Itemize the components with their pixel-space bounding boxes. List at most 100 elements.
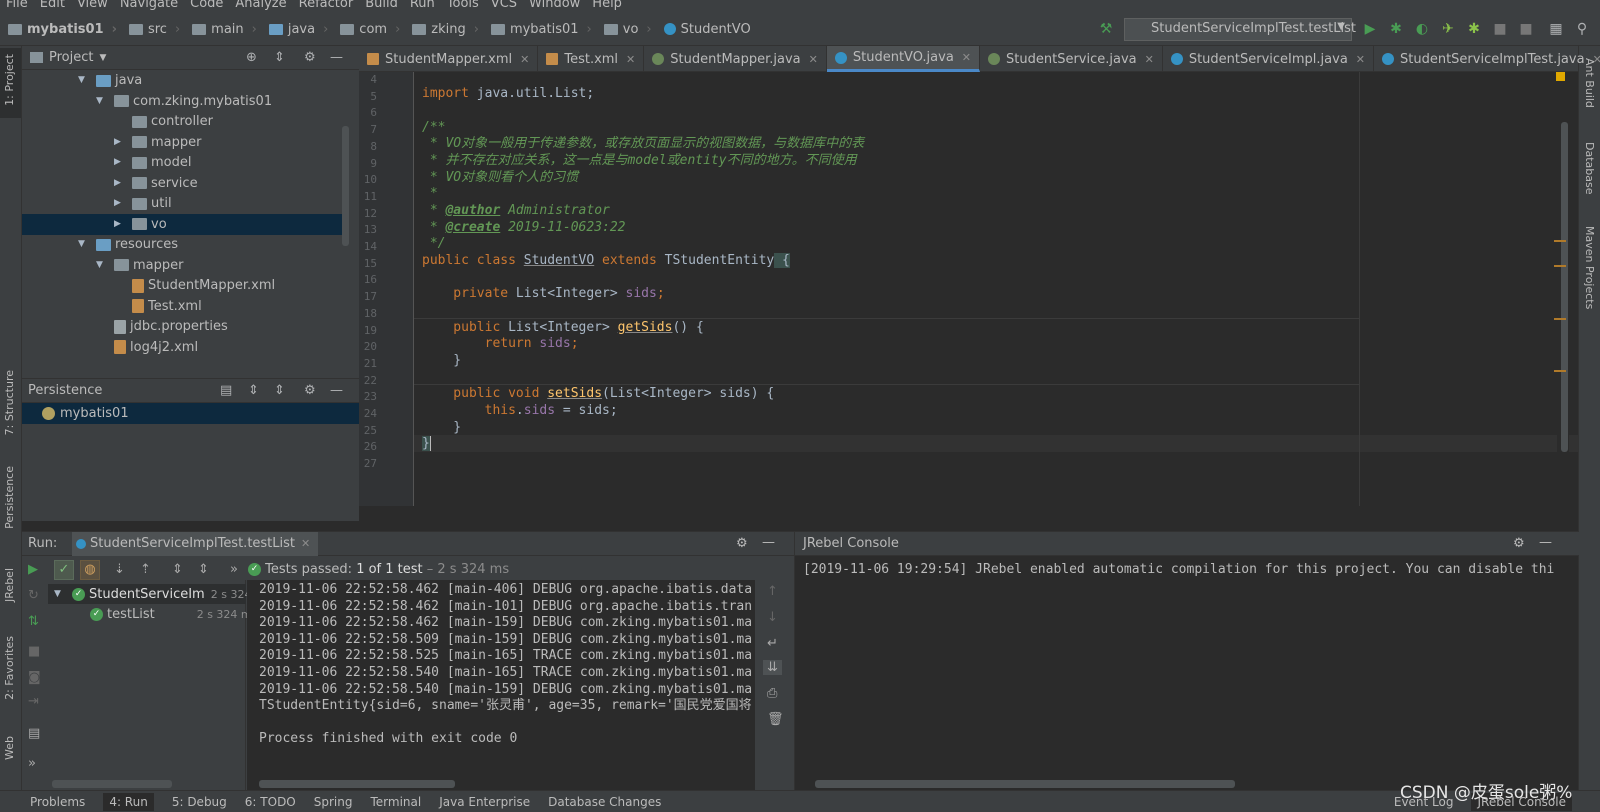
jrebel-scrollbar[interactable]: [815, 780, 1235, 788]
tab-studentserviceimpl-java[interactable]: StudentServiceImpl.java ✕: [1163, 46, 1374, 72]
chevron-right-icon[interactable]: ▶: [114, 173, 126, 194]
tool-button-terminal[interactable]: Terminal: [370, 795, 421, 809]
camera-icon[interactable]: ◙: [28, 670, 41, 685]
project-structure-icon[interactable]: ▦: [1548, 21, 1564, 37]
scroll-to-end-icon[interactable]: ⇊: [763, 660, 782, 675]
menu-refactor[interactable]: Refactor: [299, 0, 354, 11]
tool-tab-project[interactable]: 1: Project: [3, 54, 16, 106]
toggle-auto-test-icon[interactable]: ⇅: [28, 614, 39, 629]
breadcrumb-studentvo[interactable]: StudentVO: [656, 22, 755, 37]
layout-icon[interactable]: ▤: [28, 726, 40, 741]
tab-studentmapper-java[interactable]: StudentMapper.java ✕: [644, 46, 827, 72]
gear-icon[interactable]: ⚙: [304, 50, 316, 65]
menu-navigate[interactable]: Navigate: [120, 0, 178, 11]
breadcrumb-java[interactable]: java ›: [261, 22, 332, 37]
close-icon[interactable]: ✕: [809, 53, 818, 66]
breadcrumb-project[interactable]: mybatis01 ›: [0, 22, 121, 37]
hide-panel-icon[interactable]: —: [762, 535, 775, 550]
build-hammer-icon[interactable]: ⚒: [1098, 21, 1114, 37]
breadcrumb-mybatis01[interactable]: mybatis01 ›: [483, 22, 596, 37]
tool-tab-jrebel[interactable]: JRebel: [3, 568, 16, 602]
menu-file[interactable]: File: [6, 0, 28, 11]
chevron-right-icon[interactable]: ▶: [114, 132, 126, 153]
project-tree-item[interactable]: ▶ model: [22, 152, 342, 173]
soft-wrap-icon[interactable]: ↵: [767, 636, 778, 651]
project-tree-item[interactable]: Test.xml: [22, 296, 342, 317]
arrow-up-icon[interactable]: ↑: [767, 584, 778, 599]
search-icon[interactable]: ⚲: [1574, 21, 1590, 37]
hide-panel-icon[interactable]: —: [330, 383, 343, 398]
breadcrumb-main[interactable]: main ›: [184, 22, 261, 37]
dropdown-arrow-icon[interactable]: ▼: [99, 53, 106, 63]
chevron-right-icon[interactable]: ▶: [114, 214, 126, 235]
tool-button-spring[interactable]: Spring: [314, 795, 353, 809]
expand-all-icon[interactable]: ⇕: [172, 562, 183, 577]
tool-tab-persistence[interactable]: Persistence: [3, 466, 16, 529]
chevron-right-icon[interactable]: ▶: [114, 193, 126, 214]
test-suite-row[interactable]: ▼ ✓ StudentServiceIm 2 s 324 ms: [54, 584, 271, 605]
menu-view[interactable]: View: [77, 0, 108, 11]
run-console-output[interactable]: 2019-11-06 22:52:58.462 [main-406] DEBUG…: [247, 580, 755, 791]
test-tree-scrollbar[interactable]: [52, 780, 172, 788]
project-tree-item[interactable]: ▶ vo: [22, 213, 342, 235]
breadcrumb-vo[interactable]: vo ›: [596, 22, 656, 37]
menu-window[interactable]: Window: [529, 0, 580, 11]
project-tree-item[interactable]: controller: [22, 111, 342, 132]
sort-alpha-icon[interactable]: ⇣: [114, 562, 125, 577]
run-tab[interactable]: StudentServiceImplTest.testList ✕: [72, 532, 319, 556]
menu-code[interactable]: Code: [190, 0, 223, 11]
tool-button-debug[interactable]: 5: Debug: [172, 795, 227, 809]
tree-scrollbar[interactable]: [342, 126, 349, 246]
tool-button-problems[interactable]: Problems: [30, 795, 85, 809]
coverage-icon[interactable]: ◐: [1414, 21, 1430, 37]
close-icon[interactable]: ✕: [301, 537, 310, 550]
close-icon[interactable]: ✕: [626, 53, 635, 66]
tool-button-java-enterprise[interactable]: Java Enterprise: [439, 795, 530, 809]
tool-tab-structure[interactable]: 7: Structure: [3, 370, 16, 435]
tab-studentservice-java[interactable]: StudentService.java ✕: [980, 46, 1163, 72]
breadcrumb-src[interactable]: src ›: [121, 22, 184, 37]
project-tree-item[interactable]: jdbc.properties: [22, 316, 342, 337]
hide-panel-icon[interactable]: —: [330, 50, 343, 65]
menu-edit[interactable]: Edit: [40, 0, 65, 11]
project-tree-item[interactable]: ▼ com.zking.mybatis01: [22, 91, 342, 112]
gear-icon[interactable]: ⚙: [1513, 536, 1525, 551]
sort-duration-icon[interactable]: ⇡: [140, 562, 151, 577]
debug-icon[interactable]: ✱: [1388, 21, 1404, 37]
project-tree-item[interactable]: ▼ resources: [22, 234, 342, 255]
menu-analyze[interactable]: Analyze: [235, 0, 286, 11]
expand-all-icon[interactable]: ⇕: [248, 383, 259, 398]
close-icon[interactable]: ✕: [520, 53, 529, 66]
console-scrollbar[interactable]: [259, 780, 455, 788]
project-tree-item[interactable]: StudentMapper.xml: [22, 275, 342, 296]
menu-run[interactable]: Run: [410, 0, 435, 11]
gear-icon[interactable]: ⚙: [736, 536, 748, 551]
chevron-down-icon[interactable]: ▼: [78, 234, 90, 255]
inspection-warning-icon[interactable]: [1556, 72, 1565, 81]
project-tree-item[interactable]: log4j2.xml: [22, 337, 342, 358]
collapse-all-icon[interactable]: ⇕: [198, 562, 209, 577]
menu-tools[interactable]: Tools: [447, 0, 479, 11]
project-tree-item[interactable]: ▶ mapper: [22, 132, 342, 153]
more-icon[interactable]: »: [230, 562, 238, 577]
editor-scrollbar[interactable]: [1561, 122, 1568, 452]
tab-test-xml[interactable]: Test.xml ✕: [538, 46, 645, 72]
project-tree-item[interactable]: ▶ util: [22, 193, 342, 214]
breadcrumb-com[interactable]: com ›: [332, 22, 404, 37]
chevron-down-icon[interactable]: ▼: [96, 91, 108, 112]
stop-all-icon[interactable]: ■: [1518, 21, 1534, 37]
tab-studentvo-java[interactable]: StudentVO.java ✕: [826, 46, 981, 72]
chevron-down-icon[interactable]: ▼: [78, 70, 90, 91]
breadcrumb-zking[interactable]: zking ›: [404, 22, 483, 37]
show-passed-toggle[interactable]: ✓: [54, 560, 74, 580]
more-icon[interactable]: »: [28, 756, 36, 771]
jrebel-run-icon[interactable]: ✈: [1440, 21, 1456, 37]
collapse-all-icon[interactable]: ⇕: [274, 50, 285, 65]
hide-panel-icon[interactable]: —: [1539, 535, 1552, 550]
project-tree-item[interactable]: ▼ java: [22, 70, 342, 91]
stop-icon[interactable]: ■: [1492, 21, 1508, 37]
tool-tab-database[interactable]: Database: [1583, 142, 1596, 195]
project-tree-item[interactable]: ▼ mapper: [22, 255, 342, 276]
run-icon[interactable]: ▶: [1362, 21, 1378, 37]
show-ignored-toggle[interactable]: ◍: [80, 560, 100, 580]
